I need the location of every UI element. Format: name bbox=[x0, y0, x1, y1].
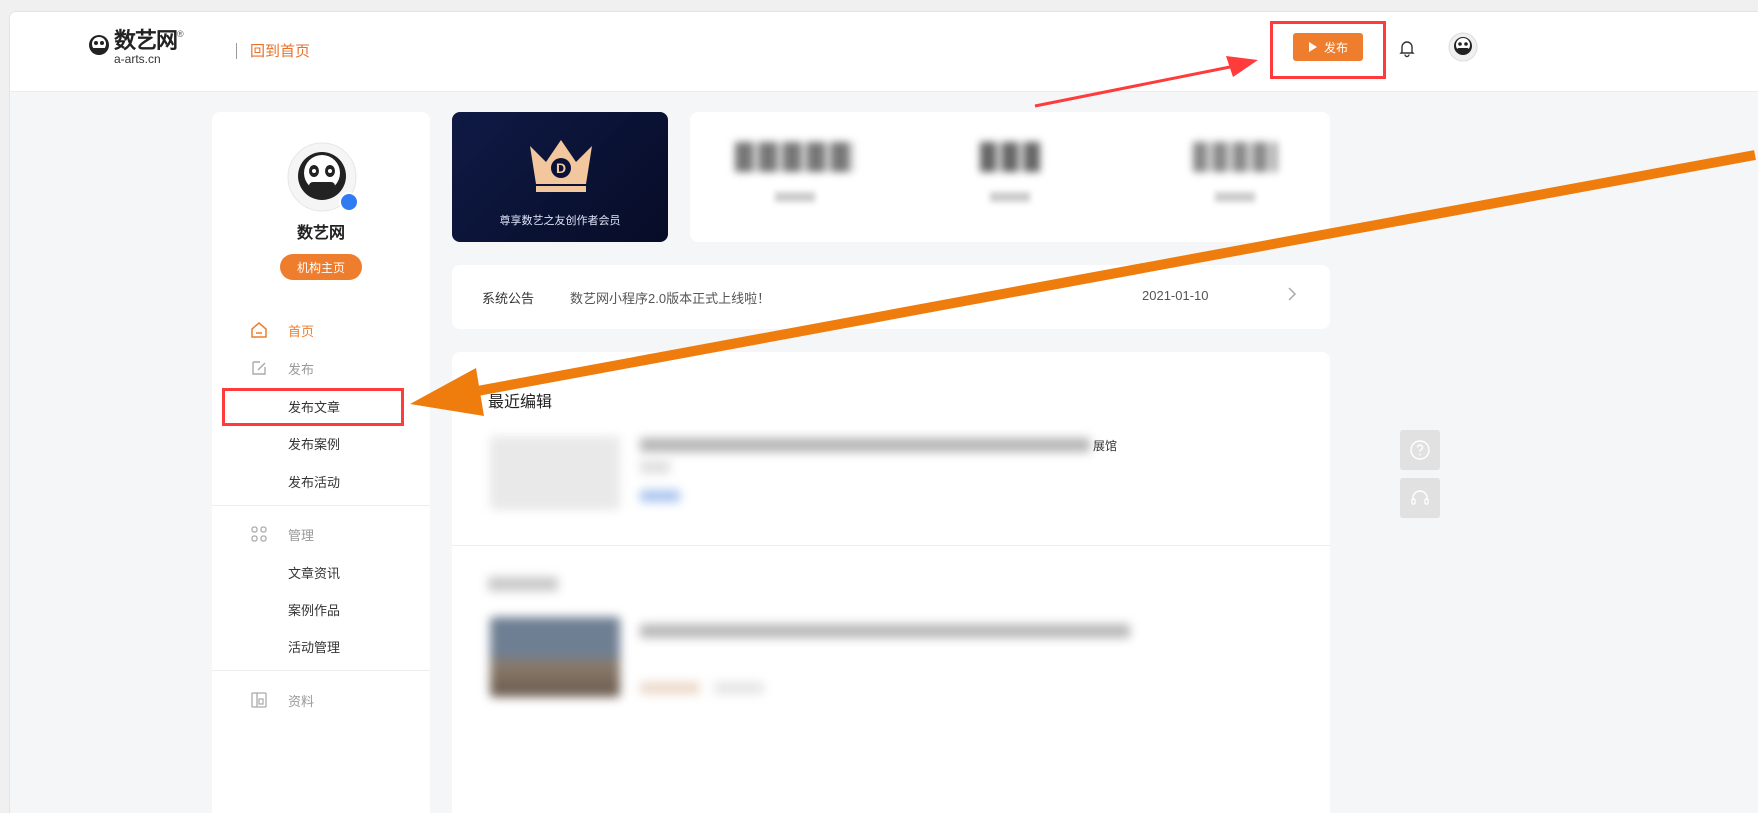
question-icon bbox=[1410, 440, 1430, 460]
nav-home-label: 首页 bbox=[288, 323, 315, 339]
header-separator bbox=[236, 43, 237, 59]
annotation-box-publish bbox=[1270, 21, 1386, 79]
top-header: 数艺网® a-arts.cn 回到首页 发布 bbox=[10, 12, 1758, 92]
recent-item-thumbnail bbox=[490, 617, 620, 697]
stat-item[interactable] bbox=[730, 142, 860, 202]
left-sidebar: 数艺网 机构主页 首页 发布 发布文章 发布案例 发布活动 管理 文章资讯 案例… bbox=[212, 112, 430, 813]
logo-text-en: a-arts.cn bbox=[114, 52, 161, 66]
recent-item-tag bbox=[640, 490, 680, 502]
nav-publish-group[interactable]: 发布 bbox=[212, 358, 430, 378]
stat-label bbox=[1170, 192, 1300, 202]
system-notice-bar[interactable]: 系统公告 数艺网小程序2.0版本正式上线啦！ 2021-01-10 bbox=[452, 265, 1330, 329]
nav-publish-label: 发布 bbox=[288, 361, 315, 377]
user-avatar[interactable] bbox=[1448, 32, 1478, 62]
verified-badge-icon bbox=[339, 192, 359, 212]
recent-item-thumbnail bbox=[490, 436, 620, 510]
stat-item[interactable] bbox=[1170, 142, 1300, 202]
stats-card bbox=[690, 112, 1330, 242]
svg-text:D: D bbox=[556, 160, 566, 176]
notice-date: 2021-01-10 bbox=[1142, 288, 1209, 303]
browser-page: 数艺网® a-arts.cn 回到首页 发布 数艺网 机构主页 首页 发布 发布… bbox=[10, 12, 1758, 813]
nav-manage-label: 管理 bbox=[288, 527, 315, 543]
vip-member-text: 尊享数艺之友创作者会员 bbox=[499, 215, 621, 227]
nav-profile-group[interactable]: 资料 bbox=[212, 690, 430, 710]
recent-edits-title: 最近编辑 bbox=[488, 394, 553, 411]
annotation-box-publish-article bbox=[222, 388, 404, 426]
logo-text-cn: 数艺网 bbox=[114, 28, 178, 53]
nav-publish-case[interactable]: 发布案例 bbox=[288, 434, 340, 453]
home-icon bbox=[251, 322, 267, 338]
recent-edits-panel: 最近编辑 展馆 bbox=[452, 352, 1330, 813]
stat-value bbox=[945, 142, 1075, 178]
site-logo[interactable]: 数艺网® a-arts.cn bbox=[88, 30, 184, 65]
stat-label bbox=[945, 192, 1075, 202]
nav-publish-event[interactable]: 发布活动 bbox=[288, 472, 340, 491]
sidebar-divider bbox=[212, 670, 430, 671]
vip-member-card[interactable]: D 尊享数艺之友创作者会员 bbox=[452, 112, 668, 242]
customer-service-button[interactable] bbox=[1400, 478, 1440, 518]
grid-icon bbox=[251, 526, 267, 542]
recent-divider bbox=[452, 545, 1330, 546]
profile-doc-icon bbox=[251, 692, 267, 708]
nav-manage-articles[interactable]: 文章资讯 bbox=[288, 563, 340, 582]
nav-manage-cases[interactable]: 案例作品 bbox=[288, 600, 340, 619]
recent-item-header bbox=[488, 577, 558, 591]
crown-icon: D bbox=[530, 140, 592, 192]
help-button[interactable] bbox=[1400, 430, 1440, 470]
headset-icon bbox=[1411, 490, 1429, 505]
stat-value bbox=[730, 142, 860, 178]
recent-item-meta bbox=[714, 682, 764, 694]
nav-manage-group[interactable]: 管理 bbox=[212, 524, 430, 544]
notice-title[interactable]: 数艺网小程序2.0版本正式上线啦！ bbox=[570, 288, 770, 307]
notice-tag: 系统公告 bbox=[482, 291, 535, 306]
recent-item-subtitle bbox=[640, 460, 670, 474]
recent-item-tag bbox=[640, 682, 700, 694]
stat-item[interactable] bbox=[945, 142, 1075, 202]
stat-label bbox=[730, 192, 860, 202]
logo-registered-mark: ® bbox=[177, 29, 184, 39]
bell-icon[interactable] bbox=[1396, 37, 1418, 59]
back-home-link[interactable]: 回到首页 bbox=[250, 40, 310, 61]
nav-home[interactable]: 首页 bbox=[212, 320, 430, 340]
nav-manage-events[interactable]: 活动管理 bbox=[288, 637, 340, 656]
recent-item-title bbox=[640, 438, 1090, 452]
stat-value bbox=[1170, 142, 1300, 178]
nav-profile-label: 资料 bbox=[288, 693, 315, 709]
profile-name: 数艺网 bbox=[296, 225, 345, 242]
panda-logo-icon bbox=[89, 35, 109, 55]
recent-item-title bbox=[640, 624, 1130, 638]
org-homepage-button[interactable]: 机构主页 bbox=[280, 254, 362, 280]
recent-item-title-suffix: 展馆 bbox=[1093, 439, 1118, 453]
chevron-right-icon[interactable] bbox=[1286, 285, 1298, 303]
sidebar-divider bbox=[212, 505, 430, 506]
edit-icon bbox=[252, 361, 266, 375]
